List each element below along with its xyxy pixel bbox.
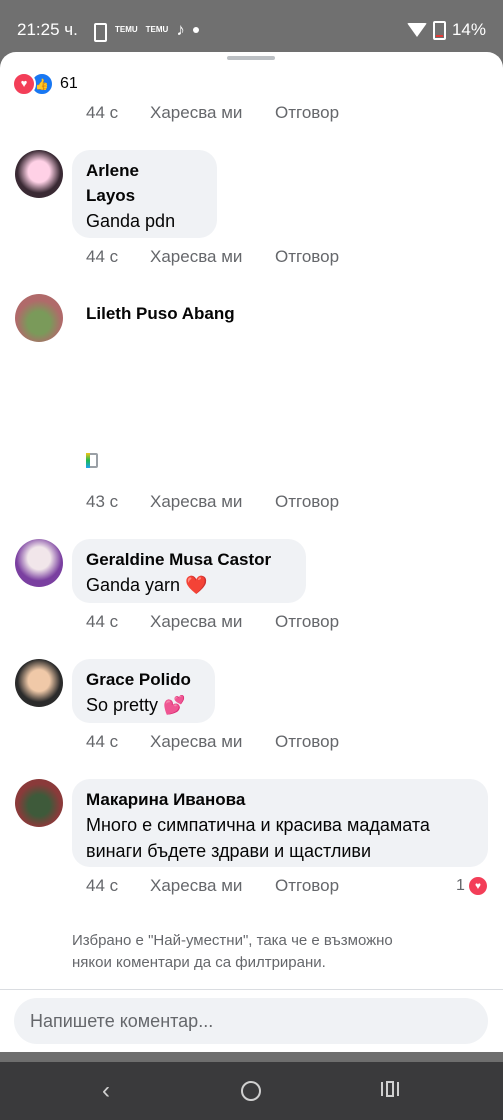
like-link[interactable]: Харесва ми <box>150 247 275 267</box>
more-notifications-icon <box>192 27 199 33</box>
comment-input[interactable]: Напишете коментар... <box>14 998 488 1044</box>
filter-notice-line1: Избрано е "Най-уместни", така че е възмо… <box>72 932 393 949</box>
comment-text: Ganda yarn ❤️ <box>86 575 208 595</box>
temu-app-icon: TEMU <box>115 25 138 34</box>
like-link[interactable]: Харесва ми <box>150 612 275 632</box>
reaction-count: 61 <box>60 75 78 92</box>
comment-bubble: Grace Polido So pretty 💕 <box>72 659 215 723</box>
reply-link[interactable]: Отговор <box>275 492 339 512</box>
comment-time: 44 с <box>86 732 119 751</box>
comment-bubble: Geraldine Musa Castor Ganda yarn ❤️ <box>72 539 306 603</box>
comment-time: 44 с <box>86 103 119 122</box>
like-link[interactable]: Харесва ми <box>150 492 275 512</box>
comment-meta: 44 с Харесва ми Отговор <box>86 103 339 123</box>
comment-text: Много е симпатична и красива мадамата <box>86 815 430 835</box>
comment-meta: 44 с Харесва ми Отговор <box>86 247 339 267</box>
avatar[interactable] <box>15 659 63 707</box>
comment-text: So pretty 💕 <box>86 695 186 715</box>
reply-link[interactable]: Отговор <box>275 612 339 632</box>
like-link[interactable]: Харесва ми <box>150 732 275 752</box>
avatar[interactable] <box>15 539 63 587</box>
recents-icon[interactable] <box>381 1081 399 1097</box>
comment-meta: 44 с Харесва ми Отговор <box>86 876 339 896</box>
commenter-name-cont[interactable]: Layos <box>86 183 203 208</box>
comment-text: Ganda pdn <box>86 211 176 231</box>
comment-meta: 43 с Харесва ми Отговор <box>86 492 339 512</box>
reply-link[interactable]: Отговор <box>275 732 339 752</box>
reply-link[interactable]: Отговор <box>275 103 339 123</box>
temu-app-icon-2: TEMU <box>145 25 169 34</box>
comment-time: 44 с <box>86 612 119 631</box>
comment-reaction-count: 1 <box>456 877 465 894</box>
filter-notice: Избрано е "Най-уместни", така че е възмо… <box>72 930 472 974</box>
status-bar: 21:25 ч. TEMU TEMU ♪ 14% <box>0 0 503 58</box>
comment-time: 44 с <box>86 876 119 895</box>
battery-saver-icon <box>94 22 107 42</box>
comment-bubble: Макарина Иванова Много е симпатична и кр… <box>72 779 488 867</box>
like-link[interactable]: Харесва ми <box>150 103 275 123</box>
heart-reaction-icon: ♥ <box>12 72 36 96</box>
comment-time: 44 с <box>86 247 119 266</box>
attachment-icon[interactable] <box>86 453 98 468</box>
drag-handle[interactable] <box>227 56 275 60</box>
comment-text-cont: винаги бъдете здрави и щастливи <box>86 841 372 861</box>
comments-sheet: ♥ 👍 61 44 с Харесва ми Отговор Arlene La… <box>0 52 503 1052</box>
wifi-icon <box>406 23 427 37</box>
status-time: 21:25 ч. <box>17 20 78 39</box>
avatar[interactable] <box>15 779 63 827</box>
tiktok-icon: ♪ <box>176 20 185 39</box>
reply-link[interactable]: Отговор <box>275 876 339 896</box>
divider <box>0 989 503 990</box>
reply-link[interactable]: Отговор <box>275 247 339 267</box>
filter-notice-line2: някои коментари да са филтрирани. <box>72 954 326 971</box>
avatar[interactable] <box>15 294 63 342</box>
commenter-name[interactable]: Lileth Puso Abang <box>86 304 235 324</box>
notification-icons: TEMU TEMU ♪ <box>94 20 199 42</box>
comment-meta: 44 с Харесва ми Отговор <box>86 612 339 632</box>
comment-meta: 44 с Харесва ми Отговор <box>86 732 339 752</box>
battery-percentage: 14% <box>451 20 486 39</box>
like-link[interactable]: Харесва ми <box>150 876 275 896</box>
home-icon[interactable] <box>241 1081 261 1101</box>
heart-reaction-icon: ♥ <box>466 875 489 897</box>
commenter-name[interactable]: Geraldine Musa Castor <box>86 547 292 572</box>
system-nav-bar: ‹ <box>0 1062 503 1120</box>
back-icon[interactable]: ‹ <box>102 1077 110 1105</box>
comment-time: 43 с <box>86 492 119 511</box>
comment-reactions[interactable]: 1 ♥ <box>456 875 489 897</box>
status-right: 14% <box>406 20 486 40</box>
battery-icon <box>432 20 446 40</box>
comment-input-placeholder: Напишете коментар... <box>30 1010 214 1031</box>
commenter-name[interactable]: Макарина Иванова <box>86 787 474 812</box>
comment-bubble: Arlene Layos Ganda pdn <box>72 150 217 238</box>
commenter-name[interactable]: Grace Polido <box>86 667 201 692</box>
commenter-name[interactable]: Arlene <box>86 158 203 183</box>
avatar[interactable] <box>15 150 63 198</box>
reactions-summary[interactable]: ♥ 👍 61 <box>12 72 78 96</box>
